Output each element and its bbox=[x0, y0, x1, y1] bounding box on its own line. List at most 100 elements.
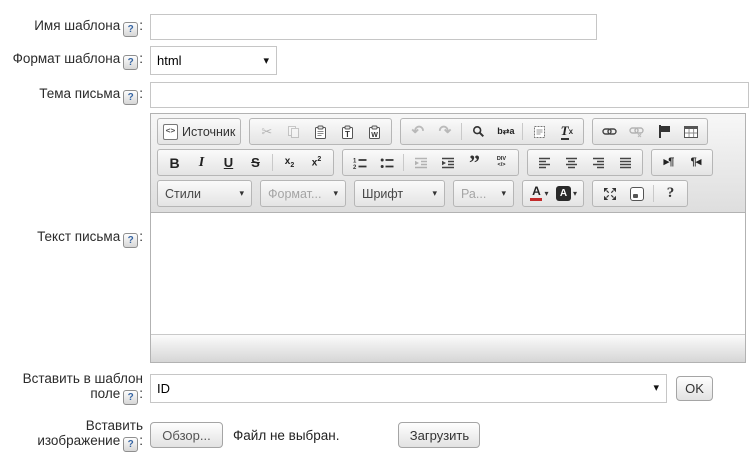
bg-color-button[interactable]: A▾ bbox=[553, 182, 580, 205]
div-container-icon: DIV</> bbox=[497, 157, 506, 168]
styles-combo-label: Стили bbox=[165, 187, 201, 201]
text-color-button[interactable]: A▾ bbox=[526, 182, 553, 205]
div-container-button[interactable]: DIV</> bbox=[488, 151, 515, 174]
table-icon bbox=[684, 126, 698, 138]
cut-icon: ✂ bbox=[261, 125, 272, 138]
toolbar-group: ? bbox=[592, 180, 688, 207]
maximize-button[interactable] bbox=[596, 182, 623, 205]
subscript-button[interactable]: x2 bbox=[276, 151, 303, 174]
svg-text:T: T bbox=[345, 130, 350, 139]
align-center-button[interactable] bbox=[558, 151, 585, 174]
help-icon[interactable]: ? bbox=[123, 90, 138, 105]
remove-format-button[interactable]: Tx bbox=[553, 120, 580, 143]
cut-button[interactable]: ✂ bbox=[253, 120, 280, 143]
help-icon[interactable]: ? bbox=[123, 233, 138, 248]
undo-button[interactable]: ↶ bbox=[404, 120, 431, 143]
paste-text-icon: T bbox=[341, 125, 354, 139]
bulleted-list-button[interactable] bbox=[373, 151, 400, 174]
toolbar-group: ✂ T W bbox=[249, 118, 392, 145]
align-right-button[interactable] bbox=[585, 151, 612, 174]
insert-field-select[interactable]: ID bbox=[150, 374, 667, 403]
table-button[interactable] bbox=[677, 120, 704, 143]
find-icon bbox=[472, 125, 485, 138]
format-combo[interactable]: Формат...▾ bbox=[260, 180, 346, 207]
align-center-icon bbox=[565, 157, 578, 169]
editor-toolbar: <>Источник ✂ T W ↶↷ b⇄a Tx B I U Sx2 x2 12 ” DIV</> ▸¶ ¶… bbox=[151, 114, 745, 213]
align-left-button[interactable] bbox=[531, 151, 558, 174]
unlink-icon bbox=[629, 125, 644, 138]
browse-button[interactable]: Обзор... bbox=[150, 422, 223, 448]
bold-icon: B bbox=[169, 156, 179, 170]
help-icon[interactable]: ? bbox=[123, 390, 138, 405]
align-left-icon bbox=[538, 157, 551, 169]
help-icon[interactable]: ? bbox=[123, 22, 138, 37]
remove-format-icon: Tx bbox=[561, 124, 573, 140]
paste-text-button[interactable]: T bbox=[334, 120, 361, 143]
blockquote-button[interactable]: ” bbox=[461, 151, 488, 174]
paste-button[interactable] bbox=[307, 120, 334, 143]
bidi-rtl-button[interactable]: ¶◂ bbox=[682, 151, 709, 174]
strike-icon: S bbox=[251, 156, 260, 169]
blockquote-icon: ” bbox=[469, 157, 480, 169]
template-format-label: Формат шаблона?: bbox=[0, 51, 150, 70]
upload-button[interactable]: Загрузить bbox=[398, 422, 480, 448]
numbered-list-icon: 12 bbox=[353, 157, 367, 169]
subject-input[interactable] bbox=[150, 82, 749, 108]
toolbar-group bbox=[592, 118, 708, 145]
toolbar-group: ↶↷ b⇄a Tx bbox=[400, 118, 584, 145]
file-status-text: Файл не выбран. bbox=[233, 428, 339, 443]
select-all-button[interactable] bbox=[526, 120, 553, 143]
size-combo[interactable]: Ра...▾ bbox=[453, 180, 514, 207]
about-icon: ? bbox=[667, 186, 675, 201]
align-justify-icon bbox=[619, 157, 632, 169]
toolbar-separator bbox=[272, 154, 273, 171]
italic-button[interactable]: I bbox=[188, 151, 215, 174]
show-blocks-button[interactable] bbox=[623, 182, 650, 205]
bidi-ltr-icon: ▸¶ bbox=[664, 157, 674, 168]
align-justify-button[interactable] bbox=[612, 151, 639, 174]
paste-word-button[interactable]: W bbox=[361, 120, 388, 143]
format-select[interactable]: html bbox=[150, 46, 277, 75]
toolbar-separator bbox=[653, 185, 654, 202]
anchor-button[interactable] bbox=[650, 120, 677, 143]
source-icon: <> bbox=[163, 124, 178, 140]
replace-button[interactable]: b⇄a bbox=[492, 120, 519, 143]
template-name-label: Имя шаблона?: bbox=[0, 18, 150, 37]
superscript-button[interactable]: x2 bbox=[303, 151, 330, 174]
bidi-ltr-button[interactable]: ▸¶ bbox=[655, 151, 682, 174]
paste-word-icon: W bbox=[368, 125, 381, 139]
toolbar-separator bbox=[461, 123, 462, 140]
help-icon[interactable]: ? bbox=[123, 55, 138, 70]
show-blocks-icon bbox=[630, 187, 644, 201]
help-icon[interactable]: ? bbox=[123, 437, 138, 452]
about-button[interactable]: ? bbox=[657, 182, 684, 205]
underline-button[interactable]: U bbox=[215, 151, 242, 174]
ok-button[interactable]: OK bbox=[676, 376, 713, 401]
replace-icon: b⇄a bbox=[497, 127, 514, 136]
source-button[interactable]: <>Источник bbox=[161, 120, 237, 143]
italic-icon: I bbox=[199, 156, 204, 170]
toolbar-group bbox=[527, 149, 643, 176]
strike-button[interactable]: S bbox=[242, 151, 269, 174]
format-combo-label: Формат... bbox=[268, 187, 321, 201]
styles-combo[interactable]: Стили ▾ bbox=[157, 180, 252, 207]
find-button[interactable] bbox=[465, 120, 492, 143]
outdent-icon bbox=[414, 157, 428, 169]
unlink-button[interactable] bbox=[623, 120, 650, 143]
toolbar-group: B I U Sx2 x2 bbox=[157, 149, 334, 176]
outdent-button[interactable] bbox=[407, 151, 434, 174]
template-name-input[interactable] bbox=[150, 14, 597, 40]
indent-button[interactable] bbox=[434, 151, 461, 174]
font-combo[interactable]: Шрифт▾ bbox=[354, 180, 445, 207]
editor-content-area[interactable] bbox=[151, 213, 745, 334]
numbered-list-button[interactable]: 12 bbox=[346, 151, 373, 174]
svg-text:2: 2 bbox=[353, 165, 357, 169]
chevron-down-icon: ▾ bbox=[239, 188, 244, 199]
underline-icon: U bbox=[224, 156, 233, 169]
redo-button[interactable]: ↷ bbox=[431, 120, 458, 143]
superscript-icon: x2 bbox=[312, 156, 321, 168]
copy-button[interactable] bbox=[280, 120, 307, 143]
bold-button[interactable]: B bbox=[161, 151, 188, 174]
link-button[interactable] bbox=[596, 120, 623, 143]
paste-icon bbox=[314, 125, 327, 139]
